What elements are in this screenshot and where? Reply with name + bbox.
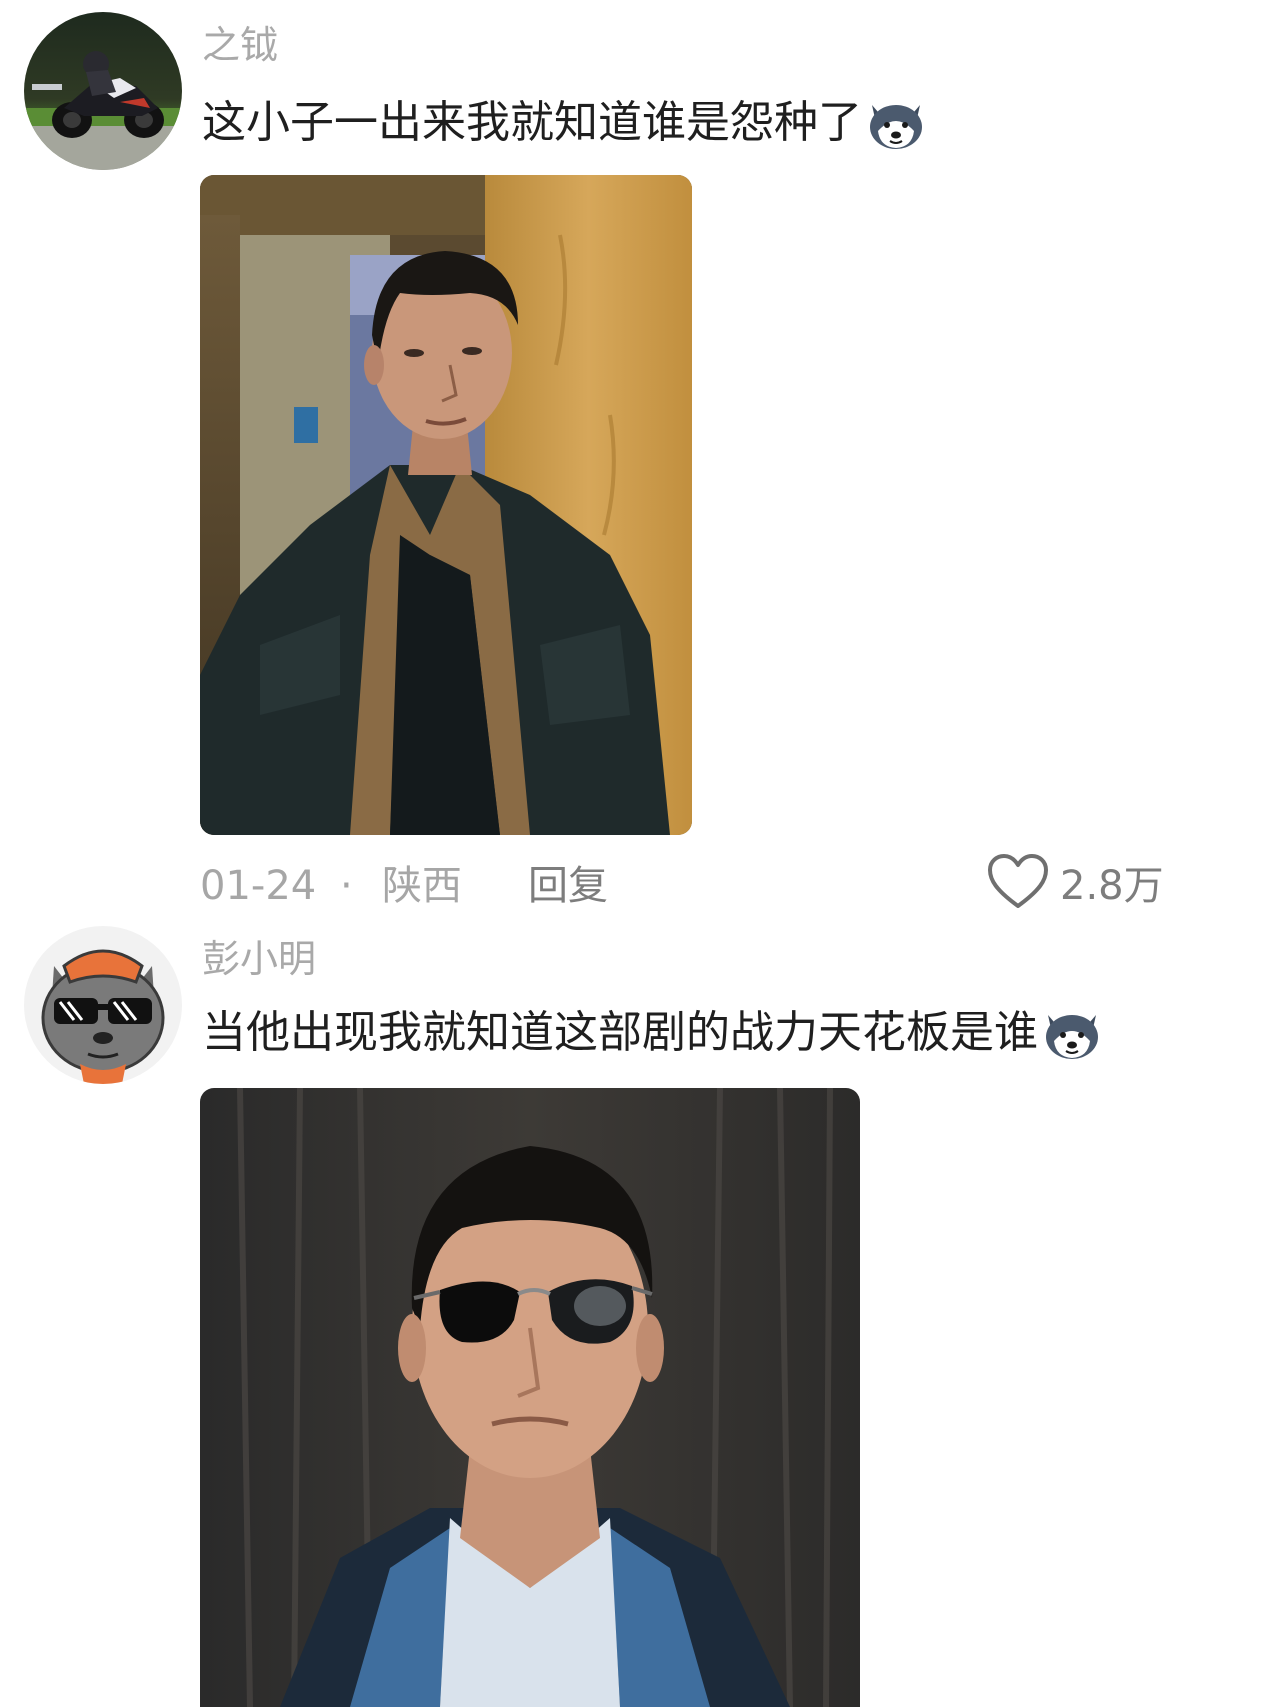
commenter-avatar[interactable] bbox=[24, 926, 182, 1084]
husky-dog-emoji-icon bbox=[1040, 1005, 1104, 1061]
husky-dog-emoji-icon bbox=[864, 95, 928, 151]
like-count: 2.8万 bbox=[1060, 863, 1164, 909]
comment-username[interactable]: 彭小明 bbox=[202, 940, 316, 978]
reply-button[interactable]: 回复 bbox=[528, 866, 608, 906]
comment-text: 当他出现我就知道这部剧的战力天花板是谁 bbox=[202, 1005, 1104, 1061]
comment-date: 01-24 bbox=[200, 863, 317, 909]
comment-body: 这小子一出来我就知道谁是怨种了 bbox=[202, 97, 862, 148]
comment-attached-image[interactable] bbox=[200, 1088, 860, 1707]
comment-attached-image[interactable] bbox=[200, 175, 692, 835]
cartoon-wolf-sunglasses-avatar-image bbox=[24, 926, 182, 1084]
comment-username[interactable]: 之钺 bbox=[202, 26, 278, 64]
meta-separator: · bbox=[340, 863, 353, 909]
comment-location: 陕西 bbox=[382, 863, 462, 909]
commenter-avatar[interactable] bbox=[24, 12, 182, 170]
motorcycle-rider-avatar-image bbox=[24, 12, 182, 170]
comment-body: 当他出现我就知道这部剧的战力天花板是谁 bbox=[202, 1007, 1038, 1058]
like-heart-icon[interactable] bbox=[986, 852, 1050, 912]
comment-text: 这小子一出来我就知道谁是怨种了 bbox=[202, 95, 928, 151]
man-in-dark-jacket-photo bbox=[200, 175, 692, 835]
man-in-sunglasses-photo bbox=[200, 1088, 860, 1707]
